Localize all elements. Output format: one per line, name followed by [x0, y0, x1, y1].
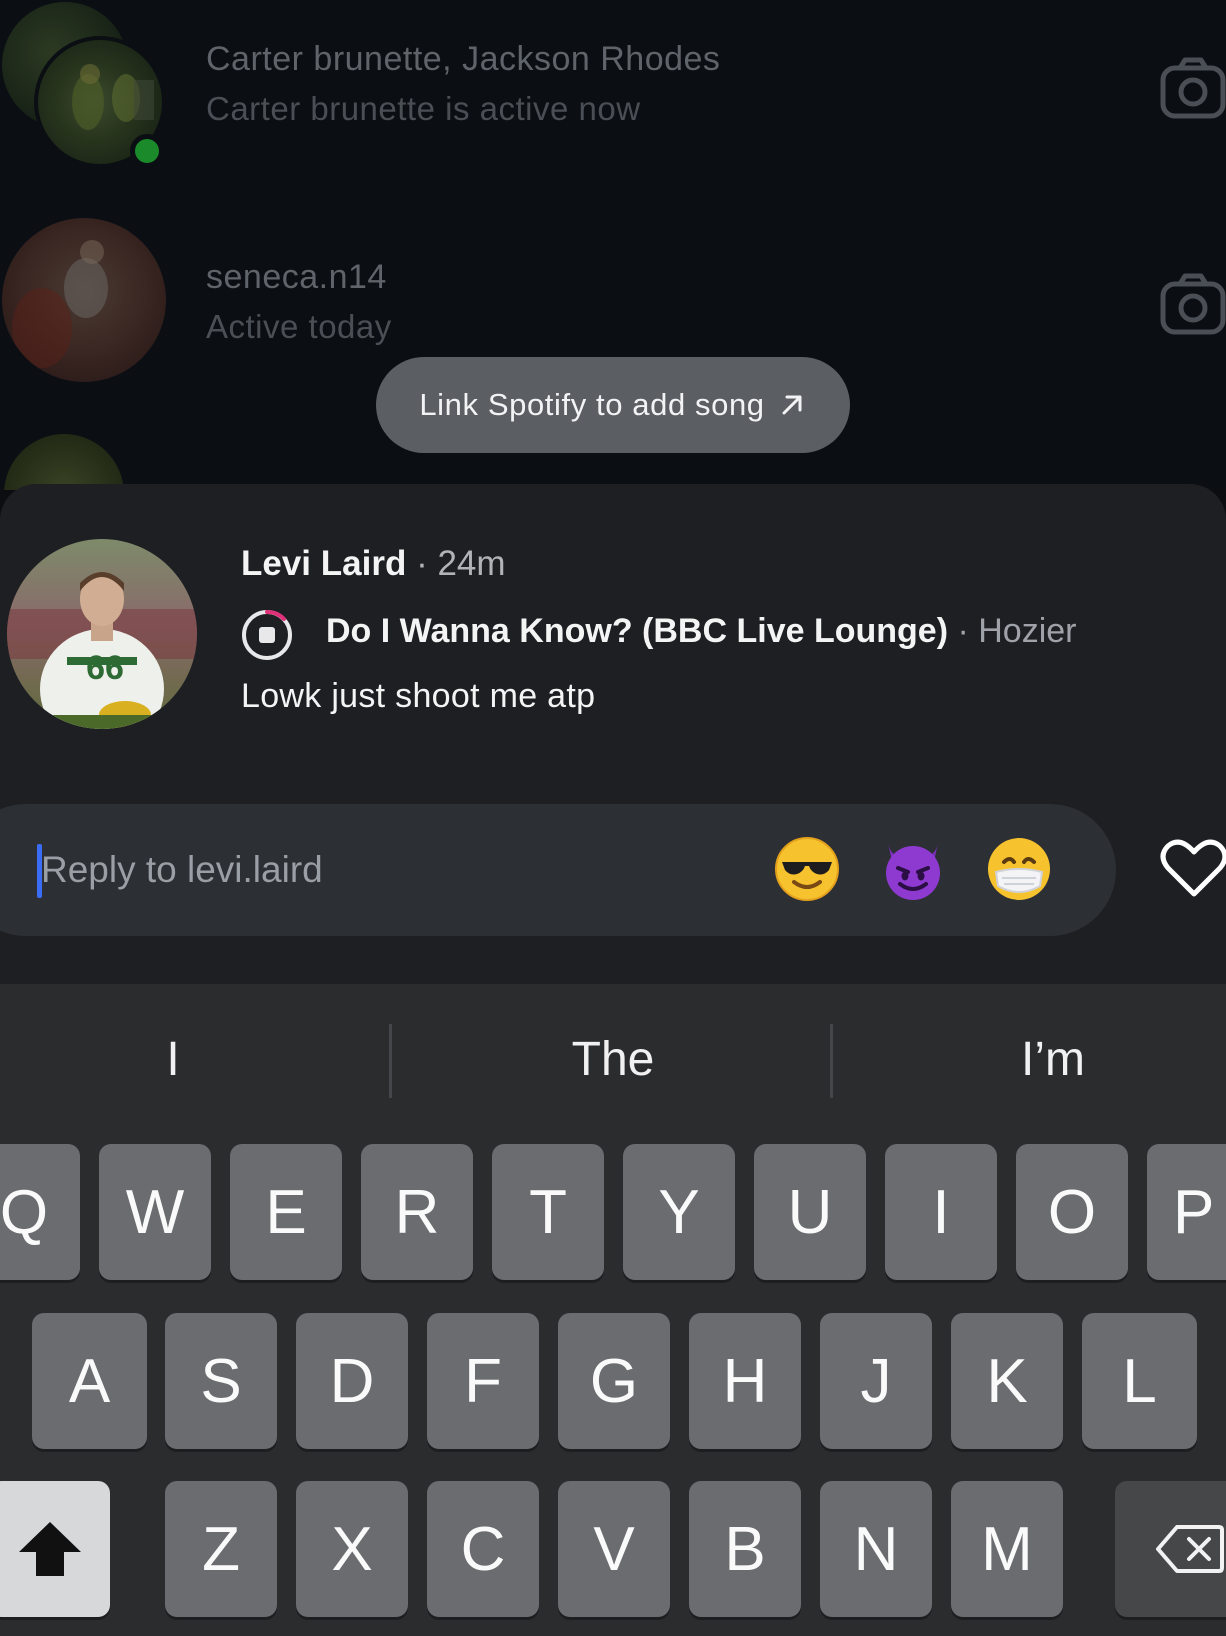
note-author-avatar[interactable]: 66 [7, 539, 197, 729]
note-song[interactable]: Do I Wanna Know? (BBC Live Lounge) · Hoz… [326, 612, 1077, 651]
key-e[interactable]: E [230, 1144, 342, 1280]
key-s[interactable]: S [165, 1313, 277, 1449]
profile-photo: 66 [7, 539, 197, 729]
key-c[interactable]: C [427, 1481, 539, 1617]
avatar [4, 434, 124, 490]
heart-icon[interactable] [1160, 838, 1226, 900]
delete-key[interactable] [1115, 1481, 1226, 1617]
music-stop-icon[interactable] [240, 608, 294, 662]
svg-text:66: 66 [86, 649, 124, 687]
smiling-face-with-horns-icon[interactable] [880, 836, 946, 902]
key-u[interactable]: U [754, 1144, 866, 1280]
chat-row-group[interactable]: Carter brunette, Jackson Rhodes Carter b… [0, 0, 1226, 180]
note-text: Lowk just shoot me atp [241, 677, 596, 715]
arrow-up-right-icon [782, 395, 802, 415]
key-o[interactable]: O [1016, 1144, 1128, 1280]
shift-key[interactable] [0, 1481, 110, 1617]
key-t[interactable]: T [492, 1144, 604, 1280]
online-indicator [130, 134, 164, 168]
note-timestamp: · 24m [416, 544, 506, 583]
suggestion-2[interactable]: The [423, 1032, 803, 1087]
shift-arrow-icon [19, 1522, 81, 1576]
key-g[interactable]: G [558, 1313, 670, 1449]
chat-status: Active today [206, 308, 392, 345]
key-z[interactable]: Z [165, 1481, 277, 1617]
reply-input[interactable] [41, 842, 721, 898]
chat-name: seneca.n14 [206, 258, 387, 296]
suggestion-divider [830, 1024, 833, 1098]
key-r[interactable]: R [361, 1144, 473, 1280]
chat-name: Carter brunette, Jackson Rhodes [206, 40, 721, 78]
key-q[interactable]: Q [0, 1144, 80, 1280]
key-b[interactable]: B [689, 1481, 801, 1617]
key-n[interactable]: N [820, 1481, 932, 1617]
key-j[interactable]: J [820, 1313, 932, 1449]
face-with-medical-mask-icon[interactable] [986, 836, 1052, 902]
key-i[interactable]: I [885, 1144, 997, 1280]
camera-icon[interactable] [1160, 56, 1226, 120]
key-k[interactable]: K [951, 1313, 1063, 1449]
avatar [2, 218, 166, 382]
link-spotify-button[interactable]: Link Spotify to add song [376, 357, 850, 453]
note-author-name: Levi Laird [241, 544, 407, 583]
key-x[interactable]: X [296, 1481, 408, 1617]
suggestion-3[interactable]: I’m [863, 1032, 1226, 1087]
backspace-icon [1156, 1525, 1224, 1573]
song-title: Do I Wanna Know? (BBC Live Lounge) [326, 612, 949, 650]
key-p[interactable]: P [1147, 1144, 1226, 1280]
link-spotify-label: Link Spotify to add song [419, 387, 765, 422]
camera-icon[interactable] [1160, 272, 1226, 336]
chat-status: Carter brunette is active now [206, 90, 641, 127]
key-l[interactable]: L [1082, 1313, 1197, 1449]
key-d[interactable]: D [296, 1313, 408, 1449]
key-w[interactable]: W [99, 1144, 211, 1280]
key-h[interactable]: H [689, 1313, 801, 1449]
profile-photo [12, 240, 108, 368]
suggestion-1[interactable]: I [0, 1032, 363, 1087]
smiling-face-with-sunglasses-icon[interactable] [774, 836, 840, 902]
key-y[interactable]: Y [623, 1144, 735, 1280]
key-a[interactable]: A [32, 1313, 147, 1449]
song-artist: · Hozier [957, 612, 1077, 650]
key-f[interactable]: F [427, 1313, 539, 1449]
suggestion-divider [389, 1024, 392, 1098]
key-v[interactable]: V [558, 1481, 670, 1617]
key-m[interactable]: M [951, 1481, 1063, 1617]
note-author-line: Levi Laird · 24m [241, 544, 506, 584]
